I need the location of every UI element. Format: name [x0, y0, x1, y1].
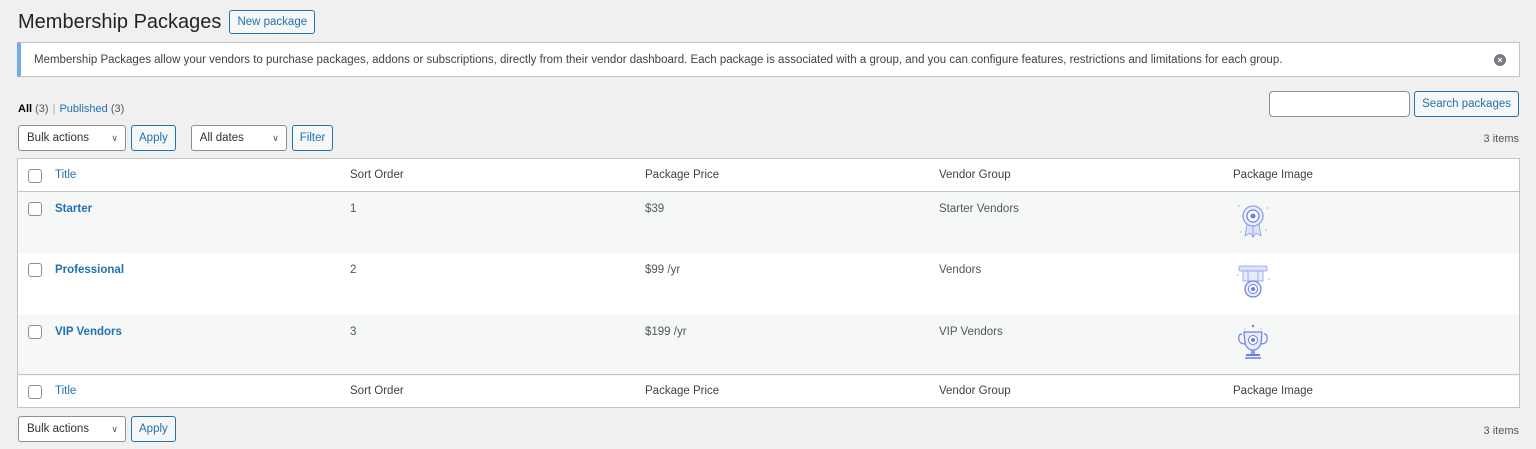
- row-price: $39: [645, 203, 665, 215]
- table-footer: Title Sort Order Package Price Vendor Gr…: [18, 374, 1519, 407]
- select-all-checkbox[interactable]: [28, 169, 42, 183]
- row-title-link[interactable]: Professional: [55, 264, 124, 276]
- row-title-link[interactable]: Starter: [55, 203, 92, 215]
- column-group: Vendor Group: [939, 385, 1011, 397]
- row-sort-order: 3: [350, 326, 357, 338]
- packages-table: Title Sort Order Package Price Vendor Gr…: [17, 158, 1520, 408]
- items-count: 3 items: [1483, 133, 1519, 145]
- row-checkbox[interactable]: [28, 325, 42, 339]
- tablenav-bottom: Bulk actions ∨ Apply: [18, 416, 176, 442]
- badge-icon: [1237, 265, 1270, 298]
- medal-icon: [1238, 205, 1268, 239]
- info-notice: Membership Packages allow your vendors t…: [17, 42, 1520, 77]
- chevron-down-icon: ∨: [111, 132, 118, 143]
- row-group: Starter Vendors: [939, 203, 1019, 215]
- filter-separator: |: [52, 103, 56, 115]
- column-title[interactable]: Title: [55, 385, 76, 397]
- column-title-link[interactable]: Title: [55, 169, 76, 181]
- row-title[interactable]: Starter: [55, 203, 92, 215]
- row-price: $199 /yr: [645, 326, 687, 338]
- column-title-link[interactable]: Title: [55, 385, 76, 397]
- row-sort-order: 2: [350, 264, 357, 276]
- column-price: Package Price: [645, 385, 720, 397]
- apply-button[interactable]: Apply: [131, 125, 176, 151]
- row-title[interactable]: Professional: [55, 264, 124, 276]
- table-header: Title Sort Order Package Price Vendor Gr…: [18, 159, 1519, 192]
- row-group: VIP Vendors: [939, 326, 1003, 338]
- bulk-actions-select[interactable]: Bulk actions ∨: [18, 125, 126, 151]
- row-title-link[interactable]: VIP Vendors: [55, 326, 122, 338]
- table-row: Professional 2 $99 /yr Vendors: [18, 253, 1519, 315]
- notice-text: Membership Packages allow your vendors t…: [34, 53, 1283, 66]
- chevron-down-icon: ∨: [111, 423, 118, 434]
- column-image: Package Image: [1233, 169, 1313, 181]
- row-price: $99 /yr: [645, 264, 681, 276]
- tablenav-top: Bulk actions ∨ Apply All dates ∨ Filter: [18, 125, 334, 151]
- dates-label: All dates: [199, 132, 244, 144]
- page-heading: Membership Packages New package: [18, 9, 316, 35]
- new-package-button[interactable]: New package: [229, 10, 316, 34]
- row-group: Vendors: [939, 264, 982, 276]
- apply-button[interactable]: Apply: [131, 416, 176, 442]
- row-checkbox[interactable]: [28, 202, 42, 216]
- bulk-actions-select[interactable]: Bulk actions ∨: [18, 416, 126, 442]
- row-checkbox[interactable]: [28, 263, 42, 277]
- filter-published-link[interactable]: Published (3): [59, 103, 124, 115]
- column-sort-order: Sort Order: [350, 385, 404, 397]
- page-title: Membership Packages: [18, 11, 222, 33]
- filter-all-count: (3): [35, 103, 49, 115]
- select-all-checkbox[interactable]: [28, 385, 42, 399]
- filter-button[interactable]: Filter: [291, 125, 334, 151]
- column-price: Package Price: [645, 169, 720, 181]
- table-row: Starter 1 $39 Starter Vendors: [18, 192, 1519, 253]
- filter-published-label: Published: [59, 103, 108, 115]
- search-packages-button[interactable]: Search packages: [1414, 91, 1519, 117]
- column-group: Vendor Group: [939, 169, 1011, 181]
- row-title[interactable]: VIP Vendors: [55, 326, 122, 338]
- dates-select[interactable]: All dates ∨: [190, 125, 287, 151]
- dismiss-icon[interactable]: ×: [1494, 54, 1506, 66]
- items-count: 3 items: [1483, 425, 1519, 437]
- column-image: Package Image: [1233, 385, 1313, 397]
- column-title[interactable]: Title: [55, 169, 76, 181]
- search-box: Search packages: [1269, 91, 1519, 117]
- column-sort-order: Sort Order: [350, 169, 404, 181]
- filter-all-label: All: [18, 103, 33, 115]
- table-row: VIP Vendors 3 $199 /yr VIP Vendors: [18, 315, 1519, 376]
- status-filters: All (3) | Published (3): [18, 103, 124, 115]
- filter-all-link[interactable]: All (3): [18, 103, 49, 115]
- bulk-actions-label: Bulk actions: [27, 423, 90, 435]
- search-input[interactable]: [1269, 91, 1411, 117]
- filter-published-count: (3): [110, 103, 125, 115]
- row-sort-order: 1: [350, 203, 357, 215]
- chevron-down-icon: ∨: [272, 132, 279, 143]
- trophy-icon: [1238, 324, 1268, 359]
- bulk-actions-label: Bulk actions: [27, 132, 90, 144]
